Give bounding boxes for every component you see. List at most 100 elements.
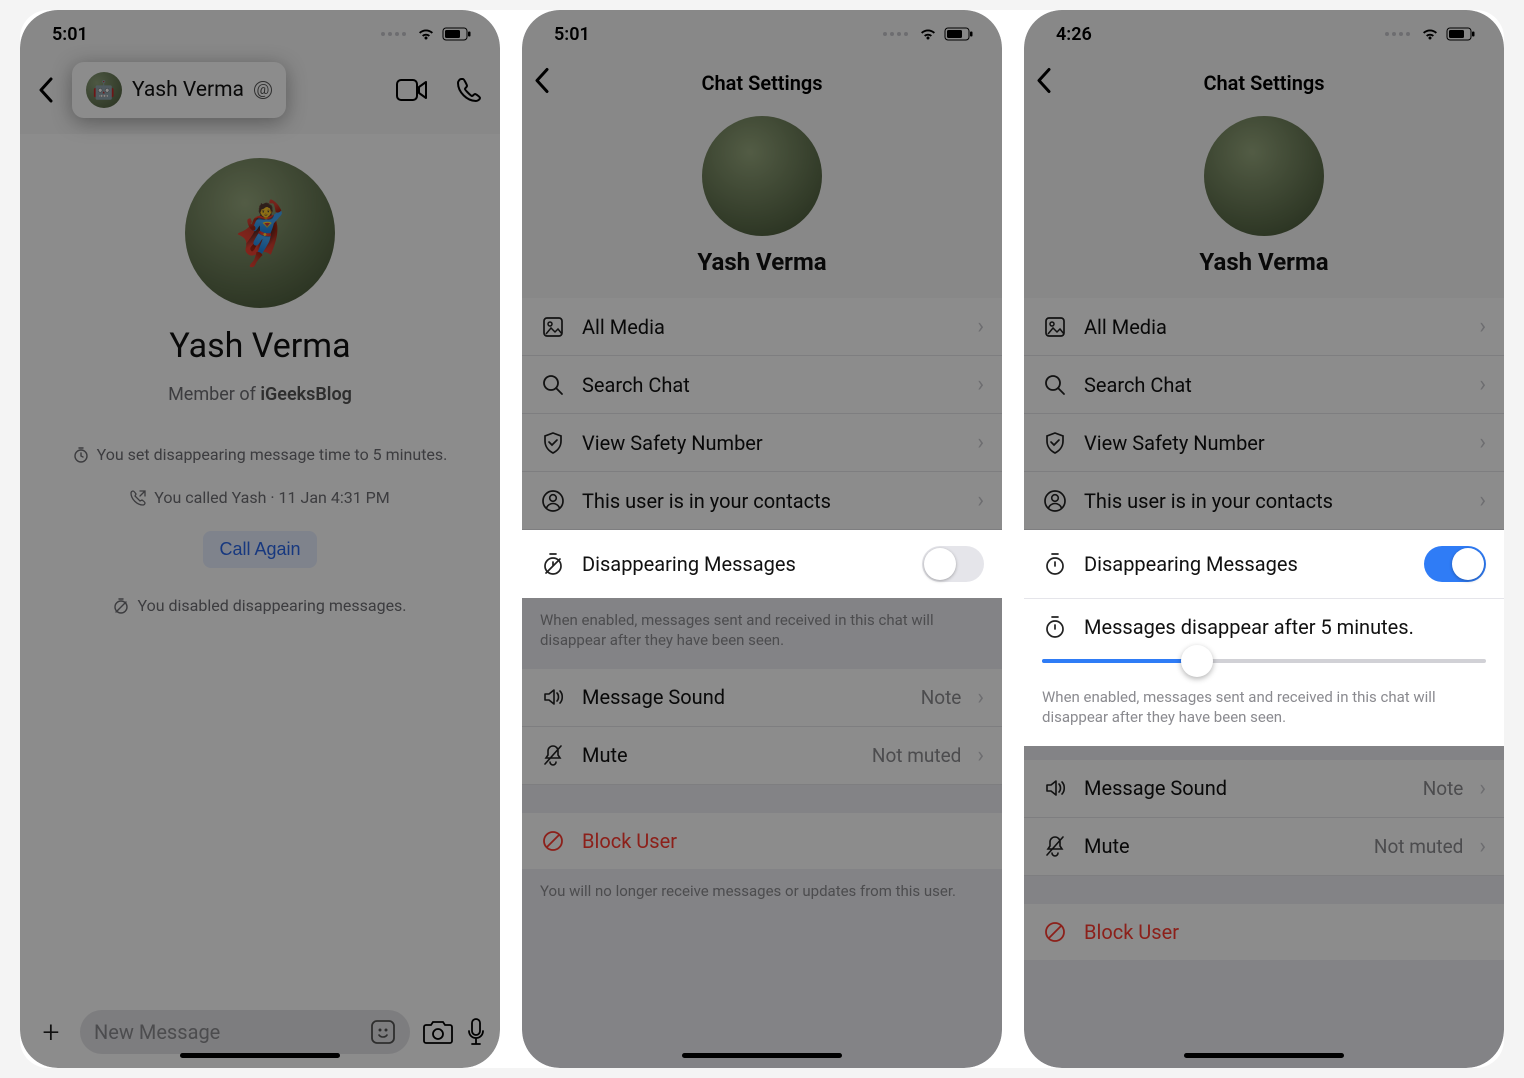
cell-disappearing-messages[interactable]: Disappearing Messages (522, 530, 1002, 598)
cell-safety-number[interactable]: View Safety Number› (1024, 414, 1504, 472)
status-right (381, 27, 472, 41)
home-indicator[interactable] (180, 1053, 340, 1058)
shield-icon (540, 431, 566, 455)
cell-search-chat[interactable]: Search Chat› (1024, 356, 1504, 414)
avatar-large: 🦸 (185, 158, 335, 308)
timer-off-icon (540, 552, 566, 576)
system-timer-set: You set disappearing message time to 5 m… (63, 445, 458, 464)
home-indicator[interactable] (682, 1053, 842, 1058)
system-timer-disabled: You disabled disappearing messages. (103, 596, 416, 615)
wifi-icon (1420, 27, 1440, 41)
back-button[interactable] (534, 68, 550, 99)
video-call-icon[interactable] (396, 79, 428, 101)
contact-header-button[interactable]: 🤖 Yash Verma @ (72, 62, 286, 118)
profile-block: Yash Verma (522, 108, 1002, 298)
mic-icon[interactable] (466, 1017, 486, 1047)
chevron-right-icon: › (977, 488, 984, 513)
cell-message-sound[interactable]: Message Sound Note › (522, 669, 1002, 727)
cell-all-media[interactable]: All Media› (1024, 298, 1504, 356)
contact-icon (540, 490, 566, 512)
system-call-log: You called Yash · 11 Jan 4:31 PM (120, 488, 399, 507)
wifi-icon (416, 27, 436, 41)
navbar-title: Chat Settings (1203, 71, 1324, 95)
media-icon (540, 316, 566, 338)
avatar (702, 116, 822, 236)
media-icon (1042, 316, 1068, 338)
contact-name: Yash Verma (169, 326, 350, 366)
outgoing-call-icon (130, 490, 146, 506)
mute-icon (1042, 834, 1068, 858)
status-time: 5:01 (52, 24, 88, 45)
camera-icon[interactable] (422, 1019, 454, 1045)
cell-block-user[interactable]: Block User (522, 813, 1002, 869)
settings-navbar: Chat Settings (522, 58, 1002, 108)
cell-block-user[interactable]: Block User (1024, 904, 1504, 960)
contact-icon (1042, 490, 1068, 512)
chevron-right-icon: › (977, 430, 984, 455)
cell-in-contacts[interactable]: This user is in your contacts› (1024, 472, 1504, 530)
cell-search-chat[interactable]: Search Chat › (522, 356, 1002, 414)
profile-block: Yash Verma (1024, 108, 1504, 298)
avatar: 🤖 (86, 72, 122, 108)
chat-header: 🤖 Yash Verma @ (20, 58, 500, 134)
cell-in-contacts[interactable]: This user is in your contacts › (522, 472, 1002, 530)
cell-mute[interactable]: Mute Not muted › (1024, 818, 1504, 876)
sound-icon (540, 686, 566, 708)
chevron-right-icon: › (977, 372, 984, 397)
profile-name: Yash Verma (1199, 248, 1328, 276)
wifi-icon (918, 27, 938, 41)
search-icon (540, 374, 566, 396)
navbar-title: Chat Settings (701, 71, 822, 95)
sound-icon (1042, 777, 1068, 799)
disappearing-footer: When enabled, messages sent and received… (1024, 683, 1504, 746)
phone-chat-screen: 5:01 🤖 Yash Verma @ 🦸 Yash Verma Member … (20, 10, 500, 1068)
timer-off-icon (113, 598, 129, 614)
sticker-icon[interactable] (370, 1019, 396, 1045)
back-button[interactable] (30, 68, 62, 112)
timer-icon (1042, 552, 1068, 576)
shield-icon (1042, 431, 1068, 455)
status-time: 4:26 (1056, 24, 1092, 45)
contact-name-header: Yash Verma (132, 78, 244, 102)
phone-settings-off: 5:01 Chat Settings Yash Verma All Media … (522, 10, 1002, 1068)
disappearing-toggle[interactable] (922, 546, 984, 582)
timer-icon (73, 447, 89, 463)
chat-body: 🦸 Yash Verma Member of iGeeksBlog You se… (20, 134, 500, 998)
back-button[interactable] (1036, 68, 1052, 99)
disappearing-footer: When enabled, messages sent and received… (522, 598, 1002, 669)
profile-name: Yash Verma (697, 248, 826, 276)
call-again-button[interactable]: Call Again (203, 531, 316, 568)
mute-icon (540, 743, 566, 767)
status-bar: 5:01 (20, 10, 500, 58)
voice-call-icon[interactable] (456, 77, 482, 103)
status-bar: 4:26 (1024, 10, 1504, 58)
search-icon (1042, 374, 1068, 396)
block-footer: You will no longer receive messages or u… (522, 869, 1002, 919)
cell-disappear-duration: Messages disappear after 5 minutes. (1024, 599, 1504, 655)
disappearing-toggle[interactable] (1424, 546, 1486, 582)
block-icon (540, 830, 566, 852)
home-indicator[interactable] (1184, 1053, 1344, 1058)
phone-settings-on: 4:26 Chat Settings Yash Verma All Media›… (1024, 10, 1504, 1068)
avatar (1204, 116, 1324, 236)
cell-message-sound[interactable]: Message Sound Note › (1024, 760, 1504, 818)
settings-navbar: Chat Settings (1024, 58, 1504, 108)
status-time: 5:01 (554, 24, 590, 45)
chevron-right-icon: › (977, 685, 984, 710)
battery-icon (944, 27, 974, 41)
cell-disappearing-messages[interactable]: Disappearing Messages (1024, 530, 1504, 599)
status-bar: 5:01 (522, 10, 1002, 58)
chevron-right-icon: › (977, 743, 984, 768)
message-placeholder: New Message (94, 1020, 360, 1044)
chevron-right-icon: › (977, 314, 984, 339)
cell-mute[interactable]: Mute Not muted › (522, 727, 1002, 785)
duration-slider[interactable] (1024, 655, 1504, 683)
block-icon (1042, 921, 1068, 943)
cell-all-media[interactable]: All Media › (522, 298, 1002, 356)
verified-icon: @ (254, 81, 272, 99)
attach-button[interactable]: + (34, 1015, 68, 1049)
battery-icon (1446, 27, 1476, 41)
message-input[interactable]: New Message (80, 1010, 410, 1054)
timer-icon (1042, 615, 1068, 639)
cell-safety-number[interactable]: View Safety Number › (522, 414, 1002, 472)
